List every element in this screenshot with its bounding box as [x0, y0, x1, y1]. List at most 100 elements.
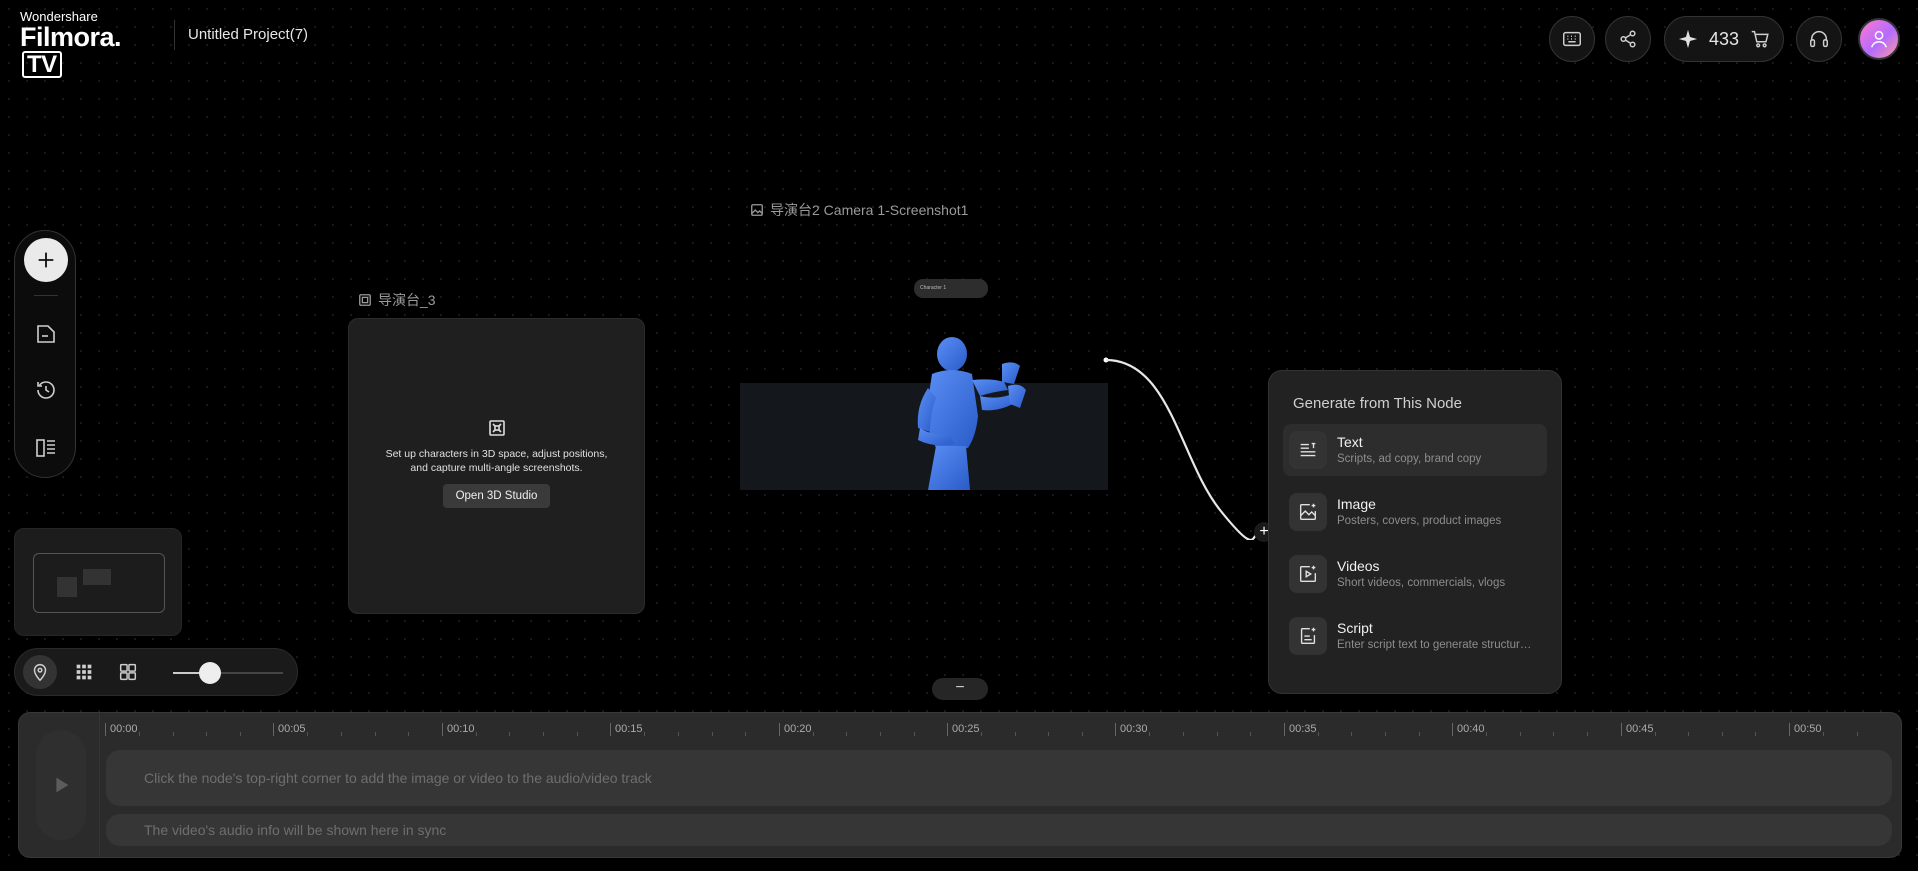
minimap-node: [57, 577, 77, 597]
node-screenshot-title: 导演台2 Camera 1-Screenshot1: [770, 202, 969, 218]
minor-tick: [914, 732, 915, 736]
video-track[interactable]: Click the node's top-right corner to add…: [106, 750, 1892, 806]
minor-tick: [1823, 732, 1824, 736]
grid-view-button[interactable]: [67, 655, 101, 689]
grid-dots-icon: [76, 664, 92, 680]
minor-tick: [476, 732, 477, 736]
generate-videos-option[interactable]: Videos Short videos, commercials, vlogs: [1283, 548, 1547, 600]
layout-icon: [36, 439, 55, 457]
keyboard-icon: [1563, 31, 1581, 47]
minor-tick: [1857, 732, 1858, 736]
minor-tick: [341, 732, 342, 736]
locate-button[interactable]: [23, 655, 57, 689]
avatar[interactable]: [1858, 18, 1900, 60]
option-sub: Posters, covers, product images: [1337, 515, 1502, 527]
toolbar-divider: [34, 295, 58, 296]
location-pin-icon: [33, 664, 47, 682]
tick-label: 00:45: [1621, 723, 1654, 736]
node-3d-label: 导演台_3: [358, 290, 436, 310]
minor-tick: [1318, 732, 1319, 736]
minor-tick: [712, 732, 713, 736]
video-sparkle-icon: [1289, 555, 1327, 593]
cart-icon[interactable]: [1749, 28, 1771, 50]
history-icon: [37, 381, 55, 399]
node-screenshot-label: 导演台2 Camera 1-Screenshot1: [750, 200, 968, 220]
assets-button[interactable]: [30, 318, 62, 350]
timeline-ruler[interactable]: 00:00 00:05 00:10 00:15 00:20 00:25 00:3…: [100, 712, 1900, 736]
minimap[interactable]: [14, 528, 182, 636]
minor-tick: [509, 732, 510, 736]
history-button[interactable]: [30, 374, 62, 406]
audio-track[interactable]: The video's audio info will be shown her…: [106, 814, 1892, 846]
generate-text-option[interactable]: Text Scripts, ad copy, brand copy: [1283, 424, 1547, 476]
user-icon: [1870, 30, 1888, 48]
minor-tick: [1655, 732, 1656, 736]
generate-script-option[interactable]: Script Enter script text to generate str…: [1283, 610, 1547, 662]
folder-file-icon: [37, 325, 55, 343]
minor-tick: [1015, 732, 1016, 736]
minor-tick: [543, 732, 544, 736]
share-button[interactable]: [1605, 16, 1651, 62]
video-track-hint: Click the node's top-right corner to add…: [144, 770, 652, 786]
collapse-timeline-button[interactable]: −: [932, 678, 988, 700]
character-chip: Character 1: [914, 279, 988, 298]
minor-tick: [1755, 732, 1756, 736]
generate-image-option[interactable]: Image Posters, covers, product images: [1283, 486, 1547, 538]
layout-button[interactable]: [30, 432, 62, 464]
header-divider: [174, 20, 175, 50]
minimap-node: [83, 569, 111, 585]
minor-tick: [1183, 732, 1184, 736]
minor-tick: [577, 732, 578, 736]
play-button[interactable]: [36, 730, 86, 840]
tick-label: 00:40: [1452, 723, 1485, 736]
brand-name: Filmora.: [20, 22, 122, 52]
minor-tick: [139, 732, 140, 736]
minor-tick: [1217, 732, 1218, 736]
option-name: Videos: [1337, 558, 1380, 574]
credits-button[interactable]: 433: [1664, 16, 1784, 62]
generate-panel-title: Generate from This Node: [1293, 395, 1462, 412]
generate-panel: Generate from This Node Text Scripts, ad…: [1268, 370, 1562, 694]
minor-tick: [173, 732, 174, 736]
add-node-button[interactable]: [24, 238, 68, 282]
option-sub: Enter script text to generate structured…: [1337, 639, 1537, 651]
support-button[interactable]: [1796, 16, 1842, 62]
minor-tick: [981, 732, 982, 736]
node-3d-description: Set up characters in 3D space, adjust po…: [385, 448, 608, 474]
tick-label: 00:05: [273, 723, 306, 736]
minor-tick: [307, 732, 308, 736]
minor-tick: [1553, 732, 1554, 736]
minor-tick: [880, 732, 881, 736]
arrange-button[interactable]: [111, 655, 145, 689]
zoom-slider-handle[interactable]: [199, 662, 221, 684]
open-3d-studio-button[interactable]: Open 3D Studio: [442, 484, 551, 508]
minor-tick: [206, 732, 207, 736]
project-title[interactable]: Untitled Project(7): [188, 26, 308, 43]
node-3d-studio[interactable]: Set up characters in 3D space, adjust po…: [348, 318, 645, 614]
minor-tick: [1149, 732, 1150, 736]
tick-label: 00:50: [1789, 723, 1822, 736]
option-sub: Scripts, ad copy, brand copy: [1337, 453, 1482, 465]
keyboard-shortcuts-button[interactable]: [1549, 16, 1595, 62]
option-sub: Short videos, commercials, vlogs: [1337, 577, 1506, 589]
minor-tick: [1385, 732, 1386, 736]
headset-icon: [1810, 31, 1828, 48]
brand-tv: TV: [22, 51, 62, 78]
minor-tick: [1082, 732, 1083, 736]
minor-tick: [1520, 732, 1521, 736]
plus-icon: [38, 252, 54, 268]
tick-label: 00:15: [610, 723, 643, 736]
text-lines-icon: [1289, 431, 1327, 469]
studio-icon: [488, 419, 506, 437]
minor-tick: [678, 732, 679, 736]
share-icon: [1620, 30, 1636, 48]
minor-tick: [813, 732, 814, 736]
minor-tick: [1419, 732, 1420, 736]
minor-tick: [1587, 732, 1588, 736]
play-icon: [56, 777, 69, 793]
minor-tick: [240, 732, 241, 736]
minor-tick: [375, 732, 376, 736]
node-3d-title: 导演台_3: [378, 292, 436, 308]
filmora-tv-logo[interactable]: Wondershare Filmora.TV: [20, 10, 155, 78]
tick-label: 00:30: [1115, 723, 1148, 736]
